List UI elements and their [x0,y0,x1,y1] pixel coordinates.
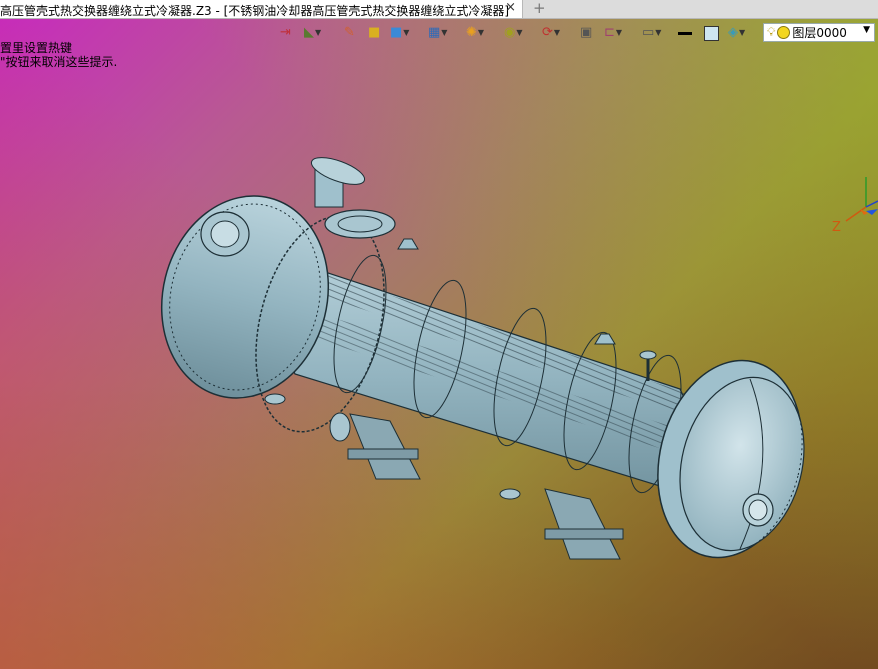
exit-icon[interactable]: ⇥ [280,23,291,43]
cube-multi-icon[interactable]: ▦ ▼ [428,23,447,43]
display-icon[interactable]: ▭ ▼ [642,23,661,43]
cube-blue-icon[interactable]: ■ ▼ [390,23,409,43]
axis-triad: Z [832,177,878,235]
support-left [347,413,421,480]
hint-line-2: "按钮来取消这些提示. [0,55,118,69]
lightbulb-icon[interactable]: 💡︎ [767,25,775,40]
heat-exchanger-model[interactable] [150,149,810,579]
zoom-icon[interactable]: ◉ ▼ [504,23,523,43]
yellow-circle-icon [777,26,791,39]
tab-bar: 高压管壳式热交换器缠绕立式冷凝器.Z3 - [不锈钢油冷却器高压管壳式热交换器缠… [0,0,878,19]
lifting-lug [397,238,419,250]
layer-stack-icon[interactable]: ◈ ▼ [728,23,745,43]
new-tab-icon[interactable]: + [533,0,546,17]
tab-title: 高压管壳式热交换器缠绕立式冷凝器.Z3 - [不锈钢油冷却器高压管壳式热交换器缠… [0,4,509,18]
paint-icon[interactable]: ◣ ▼ [304,23,321,43]
support-right [544,488,624,560]
close-icon[interactable]: × [505,0,516,15]
rotate-icon[interactable]: ⟳ ▼ [542,23,560,43]
layer-selector[interactable]: 💡︎ 图层0000 ▼ [763,23,875,42]
nozzle-top [310,157,396,239]
document-tab[interactable]: 高压管壳式热交换器缠绕立式冷凝器.Z3 - [不锈钢油冷却器高压管壳式热交换器缠… [0,0,523,18]
cube-yellow-icon[interactable]: ■ [368,23,380,43]
hint-text: 置里设置热键 "按钮来取消这些提示. [0,41,117,69]
pencil-icon[interactable]: ✎ [344,23,355,43]
axis-z-label: Z [832,220,841,235]
layer-name: 图层0000 [792,26,847,40]
lifting-lug-2 [594,333,616,345]
section-icon[interactable]: ⊏ ▼ [604,23,622,43]
line-color-icon[interactable] [678,23,692,43]
3d-viewport[interactable]: 置里设置热键 "按钮来取消这些提示. Z [0,19,878,669]
fill-icon[interactable] [704,23,719,43]
chevron-down-icon[interactable]: ▼ [863,25,870,35]
render-icon[interactable]: ✺ ▼ [466,23,484,43]
frame-icon[interactable]: ▣ [580,23,592,43]
dished-head-right [657,359,805,559]
hint-line-1: 置里设置热键 [0,41,73,55]
